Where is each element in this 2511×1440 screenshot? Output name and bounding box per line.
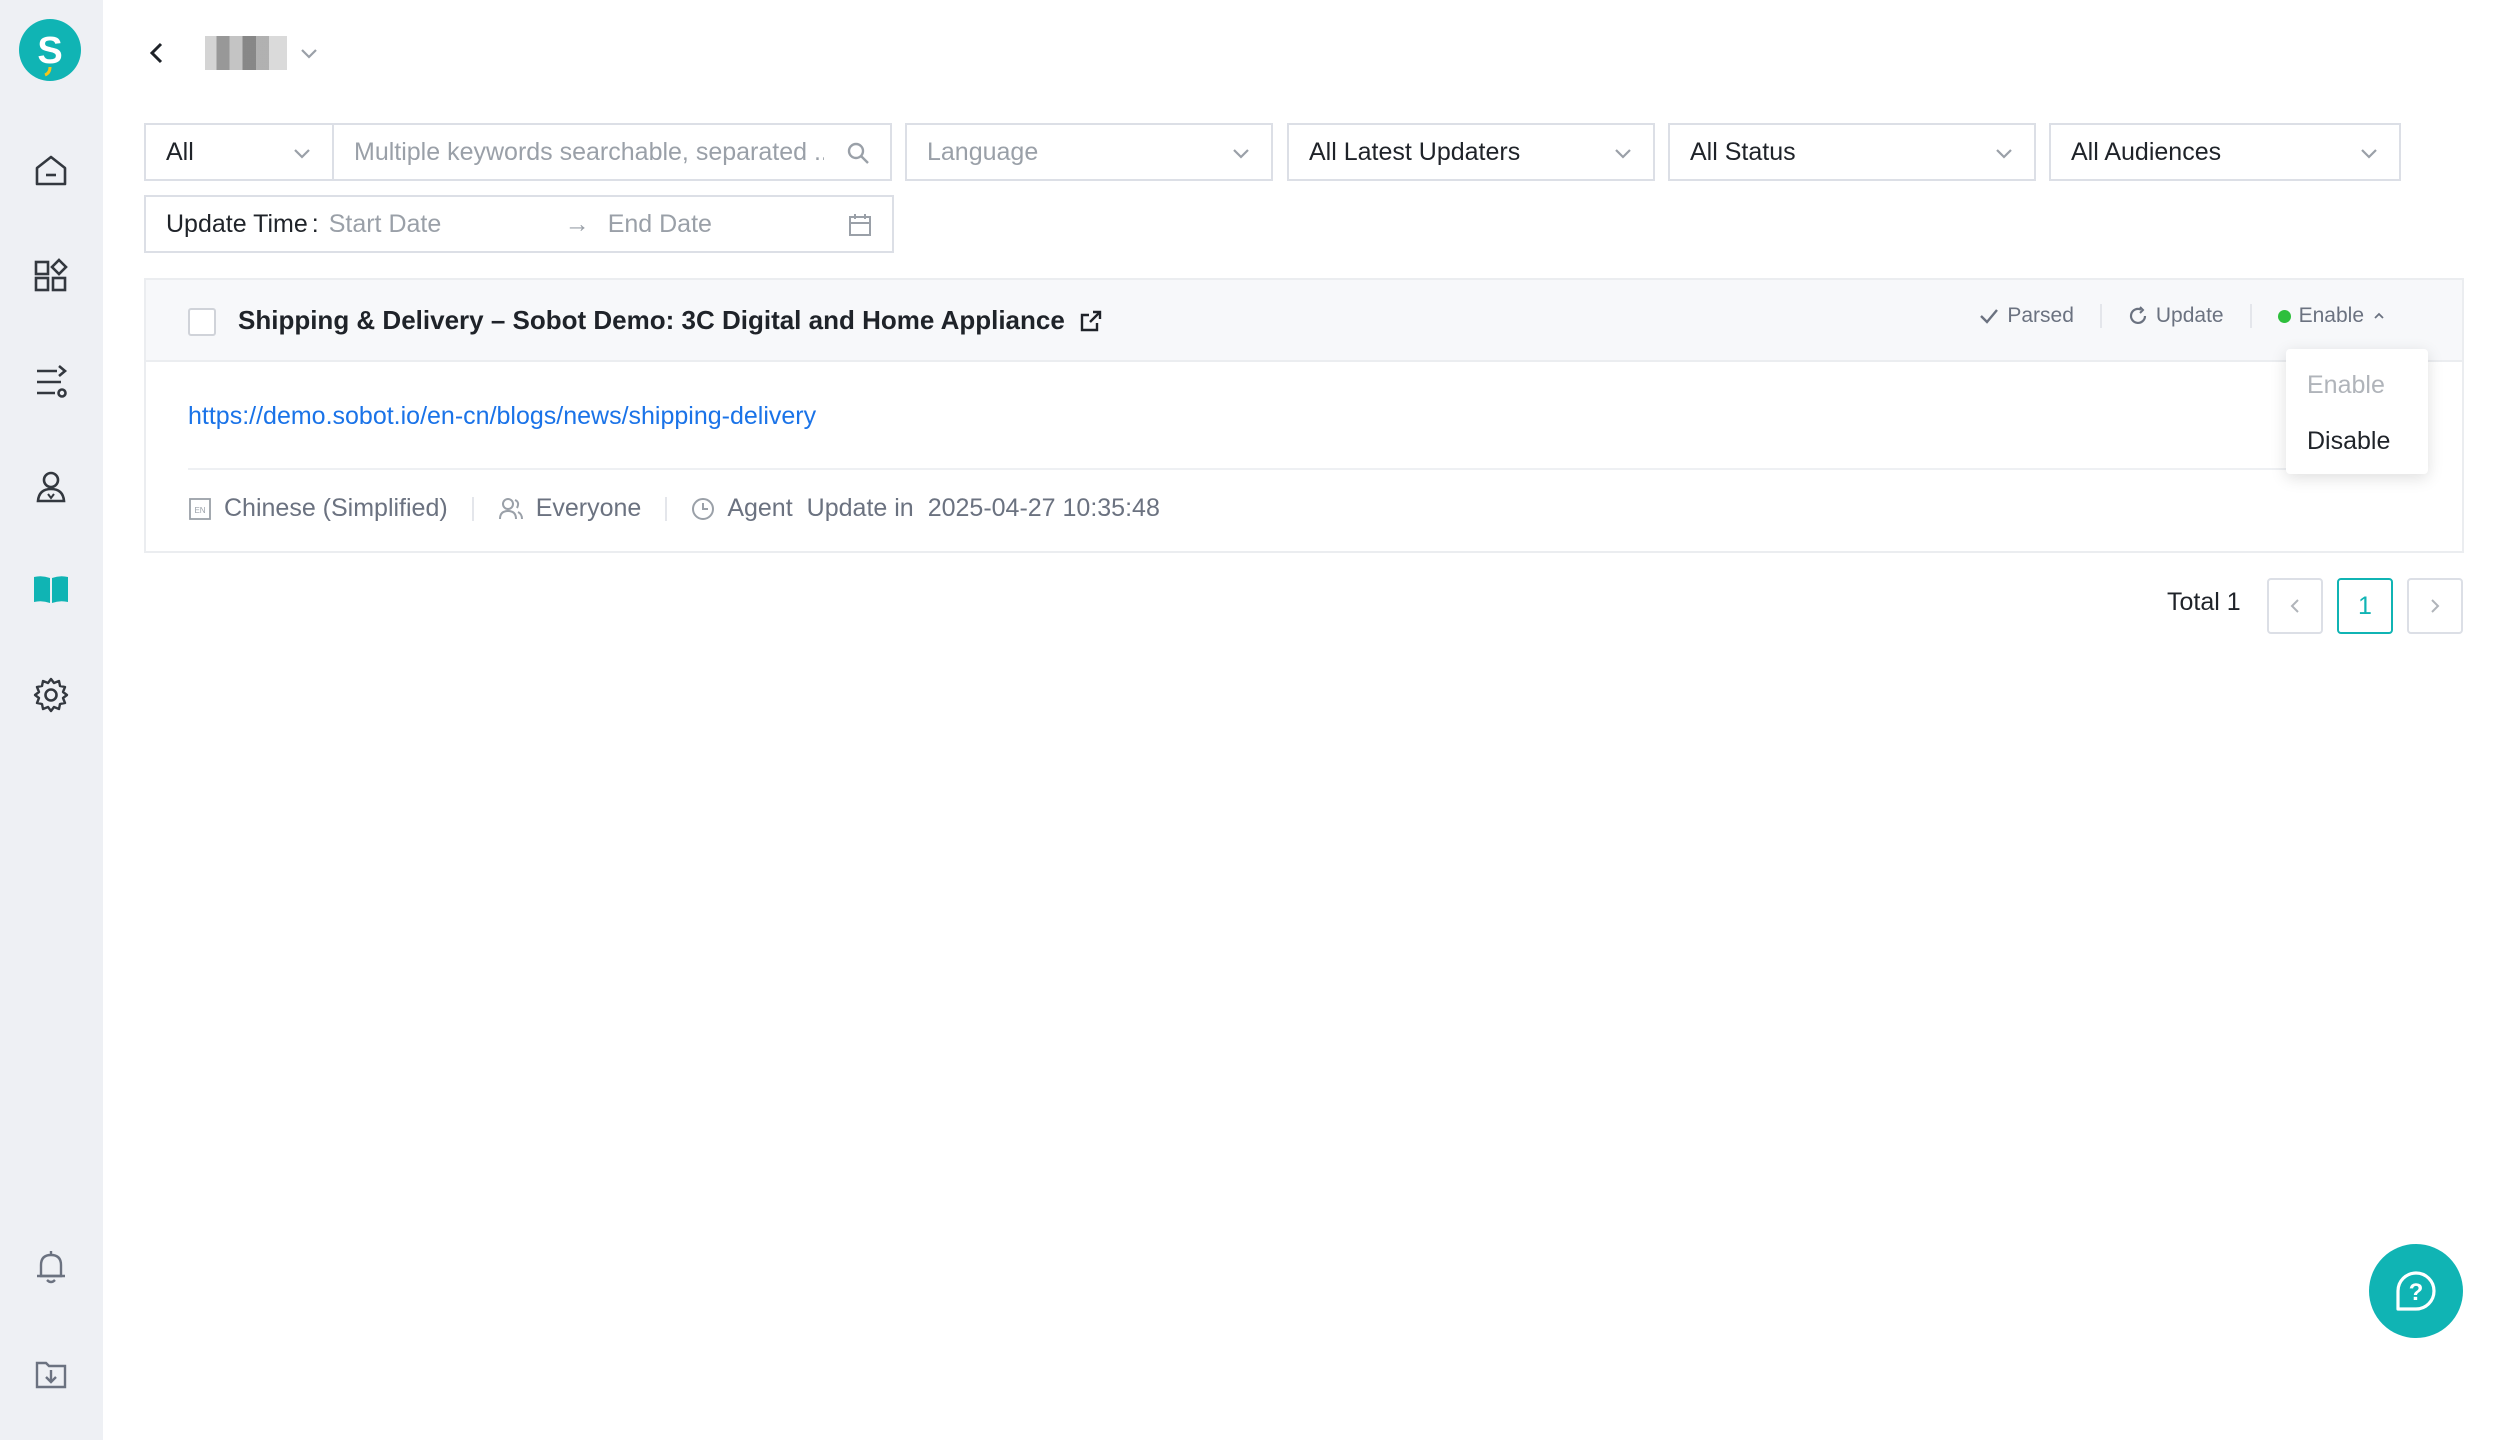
meta-row: EN Chinese (Simplified) Everyone Agent U… [188, 494, 1160, 523]
chevron-left-icon [2290, 599, 2299, 613]
book-icon[interactable] [30, 568, 72, 610]
parsed-label: Parsed [2007, 304, 2074, 327]
update-label: Update [2155, 304, 2224, 327]
search-input[interactable] [354, 137, 824, 167]
update-meta: Agent Update in 2025-04-27 10:35:48 [691, 494, 1160, 523]
scope-select-value: All [166, 137, 194, 166]
svg-text:EN: EN [194, 506, 205, 515]
back-button[interactable] [140, 36, 174, 70]
status-dropdown-menu: Enable Disable [2286, 349, 2428, 474]
pagination-total: Total 1 [2167, 588, 2241, 616]
language-value: Chinese (Simplified) [224, 494, 448, 522]
download-icon[interactable] [30, 1352, 72, 1394]
sidebar: S [0, 0, 103, 1440]
language-meta: EN Chinese (Simplified) [188, 494, 448, 523]
arrow-right-icon: → [564, 209, 590, 238]
flow-icon[interactable] [30, 361, 72, 403]
refresh-icon [2129, 306, 2146, 325]
gear-icon[interactable] [30, 674, 72, 716]
start-date-input[interactable]: Start Date [329, 210, 565, 239]
updaters-select[interactable]: All Latest Updaters [1287, 123, 1655, 181]
update-button[interactable]: Update [2102, 304, 2250, 328]
apps-icon[interactable] [30, 255, 72, 297]
redacted-project-name [205, 36, 287, 70]
chevron-down-icon [1233, 149, 1249, 159]
language-select-placeholder: Language [927, 137, 1039, 166]
chevron-up-icon [2374, 312, 2384, 319]
project-selector[interactable] [205, 32, 319, 74]
svg-text:?: ? [2409, 1279, 2424, 1306]
update-time-label: Update Time [166, 209, 308, 238]
card-header: Shipping & Delivery – Sobot Demo: 3C Dig… [146, 280, 2462, 362]
menu-item-enable: Enable [2307, 371, 2385, 399]
search-icon[interactable] [846, 141, 870, 165]
search-field[interactable] [332, 123, 892, 181]
bell-icon[interactable] [30, 1246, 72, 1288]
status-dot [2277, 309, 2291, 323]
user-icon[interactable] [30, 466, 72, 508]
audience-meta: Everyone [498, 494, 642, 523]
label-colon: : [311, 209, 319, 238]
chevron-down-icon [2361, 149, 2377, 159]
users-icon [498, 497, 523, 519]
card-title-text: Shipping & Delivery – Sobot Demo: 3C Dig… [238, 305, 1065, 335]
chevron-right-icon [2431, 599, 2440, 613]
scope-select[interactable]: All [144, 123, 334, 181]
chevron-down-icon [294, 149, 310, 159]
question-icon: ? [2396, 1271, 2436, 1311]
language-icon: EN [189, 497, 211, 520]
home-icon[interactable] [30, 150, 72, 192]
divider [665, 496, 668, 521]
language-select[interactable]: Language [905, 123, 1273, 181]
status-label: Enable [2298, 304, 2364, 327]
chevron-down-icon [1996, 149, 2012, 159]
audiences-select-value: All Audiences [2071, 137, 2222, 166]
updated-at: 2025-04-27 10:35:48 [927, 494, 1160, 522]
content-divider [188, 468, 2420, 470]
logo[interactable]: S [19, 19, 81, 81]
clock-icon [692, 497, 715, 520]
chevron-down-icon [1615, 149, 1631, 159]
chevron-down-icon [301, 49, 317, 59]
end-date-input[interactable]: End Date [608, 210, 712, 239]
check-icon [1980, 309, 1999, 324]
updater-value: Agent [727, 494, 793, 522]
status-select[interactable]: All Status [1668, 123, 2036, 181]
card-actions: Parsed Update Enable [1953, 304, 2412, 328]
status-select-value: All Status [1690, 137, 1796, 166]
card-title[interactable]: Shipping & Delivery – Sobot Demo: 3C Dig… [238, 305, 1103, 336]
external-link-icon[interactable] [1079, 309, 1103, 333]
status-toggle[interactable]: Enable [2252, 304, 2412, 328]
document-card: Shipping & Delivery – Sobot Demo: 3C Dig… [144, 278, 2464, 553]
select-checkbox[interactable] [188, 308, 216, 336]
prev-page-button[interactable] [2267, 578, 2323, 634]
page-button-current[interactable]: 1 [2337, 578, 2393, 634]
calendar-icon[interactable] [848, 213, 872, 237]
help-button[interactable]: ? [2369, 1244, 2463, 1338]
divider [471, 496, 474, 521]
audience-value: Everyone [535, 494, 642, 522]
svg-text:S: S [37, 30, 62, 72]
parsed-status: Parsed [1953, 304, 2100, 328]
document-url-link[interactable]: https://demo.sobot.io/en-cn/blogs/news/s… [188, 402, 816, 431]
update-time-range[interactable]: Update Time : Start Date → End Date [144, 195, 894, 253]
update-prefix: Update in [806, 494, 914, 522]
audiences-select[interactable]: All Audiences [2049, 123, 2401, 181]
menu-item-disable[interactable]: Disable [2286, 413, 2428, 469]
chevron-left-icon [149, 42, 163, 64]
next-page-button[interactable] [2407, 578, 2463, 634]
updaters-select-value: All Latest Updaters [1309, 137, 1521, 166]
